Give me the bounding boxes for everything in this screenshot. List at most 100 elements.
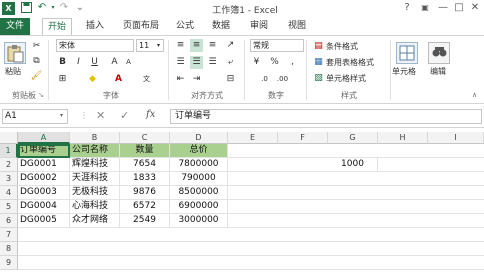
- table-cell[interactable]: 7800000: [170, 158, 228, 172]
- cell-styles-icon[interactable]: ▧: [312, 72, 325, 85]
- align-center-icon[interactable]: ☰: [190, 56, 203, 69]
- row-header[interactable]: 1: [0, 144, 18, 158]
- find-icon[interactable]: [428, 42, 450, 64]
- table-cell[interactable]: 1833: [120, 172, 170, 186]
- column-header-i[interactable]: I: [428, 132, 484, 144]
- font-shrink-icon[interactable]: A: [122, 56, 135, 69]
- ribbon-display-icon[interactable]: ▣: [418, 1, 432, 15]
- column-header-e[interactable]: E: [228, 132, 278, 144]
- font-grow-icon[interactable]: A: [108, 56, 121, 69]
- paste-label[interactable]: 粘贴: [5, 66, 21, 78]
- table-cell[interactable]: 8500000: [170, 186, 228, 200]
- table-cell[interactable]: DG0002: [18, 172, 70, 186]
- close-icon[interactable]: ✕: [468, 1, 482, 15]
- wrap-text-icon[interactable]: ⤶: [224, 56, 237, 69]
- undo-icon[interactable]: ↶: [36, 2, 48, 14]
- table-cell[interactable]: 790000: [170, 172, 228, 186]
- tab-home[interactable]: 开始: [42, 18, 72, 35]
- collapse-ribbon-icon[interactable]: ∧: [472, 91, 477, 99]
- confirm-entry-icon[interactable]: ✓: [120, 109, 129, 122]
- table-cell[interactable]: 6572: [120, 200, 170, 214]
- worksheet-grid[interactable]: A B C D E F G H I 1 2 3 4 5 6 7 8 9 订单编号…: [0, 132, 484, 274]
- tab-page-layout[interactable]: 页面布局: [118, 18, 164, 35]
- table-cell[interactable]: 7654: [120, 158, 170, 172]
- currency-icon[interactable]: ¥: [250, 56, 263, 69]
- font-color-icon[interactable]: A: [112, 73, 125, 86]
- row-header[interactable]: 2: [0, 158, 18, 172]
- align-top-icon[interactable]: ≡: [174, 39, 187, 52]
- table-format-icon[interactable]: ▦: [312, 56, 325, 69]
- row-header[interactable]: 8: [0, 242, 18, 256]
- table-cell[interactable]: DG0001: [18, 158, 70, 172]
- cancel-entry-icon[interactable]: ✕: [96, 109, 105, 122]
- table-cell[interactable]: 辉煌科技: [70, 158, 120, 172]
- tab-data[interactable]: 数据: [208, 18, 234, 35]
- cells-icon[interactable]: [396, 42, 418, 64]
- editing-button[interactable]: 编辑: [430, 66, 446, 78]
- font-size-dropdown-icon[interactable]: ▾: [152, 39, 165, 52]
- insert-function-icon[interactable]: fx: [146, 109, 155, 120]
- italic-icon[interactable]: I: [72, 56, 85, 69]
- format-painter-icon[interactable]: 🖌: [30, 70, 43, 83]
- fill-color-icon[interactable]: ◆: [86, 73, 99, 86]
- help-icon[interactable]: ?: [400, 1, 414, 15]
- formula-input[interactable]: 订单编号: [170, 109, 482, 124]
- copy-icon[interactable]: ⧉: [30, 55, 43, 68]
- increase-decimal-icon[interactable]: .0: [258, 73, 271, 86]
- border-icon[interactable]: ⊞: [56, 73, 69, 86]
- empty-cells[interactable]: [228, 144, 484, 228]
- conditional-format-button[interactable]: 条件格式: [326, 41, 358, 53]
- table-cell[interactable]: 心海科技: [70, 200, 120, 214]
- orientation-icon[interactable]: ↗: [224, 39, 237, 52]
- column-header-d[interactable]: D: [170, 132, 228, 144]
- conditional-format-icon[interactable]: ▤: [312, 40, 325, 53]
- column-header-b[interactable]: B: [70, 132, 120, 144]
- cut-icon[interactable]: ✂: [30, 40, 43, 53]
- minimize-icon[interactable]: —: [436, 1, 450, 15]
- row-header[interactable]: 4: [0, 186, 18, 200]
- underline-icon[interactable]: U: [88, 56, 101, 69]
- table-header-cell[interactable]: 总价: [170, 144, 228, 158]
- bold-icon[interactable]: B: [56, 56, 69, 69]
- cell-styles-button[interactable]: 单元格样式: [326, 73, 366, 85]
- align-right-icon[interactable]: ☰: [206, 56, 219, 69]
- customize-quick-access-icon[interactable]: ⌄: [74, 2, 86, 14]
- table-cell[interactable]: DG0005: [18, 214, 70, 228]
- table-cell[interactable]: 2549: [120, 214, 170, 228]
- column-header-a[interactable]: A: [18, 132, 70, 144]
- percent-icon[interactable]: %: [268, 56, 281, 69]
- font-name-combo[interactable]: 宋体: [56, 39, 134, 52]
- table-cell[interactable]: DG0004: [18, 200, 70, 214]
- column-header-g[interactable]: G: [328, 132, 378, 144]
- clipboard-launcher-icon[interactable]: ↘: [38, 91, 44, 99]
- paste-icon[interactable]: [4, 42, 26, 64]
- name-box-dropdown-icon[interactable]: ▾: [60, 112, 63, 119]
- table-cell[interactable]: 9876: [120, 186, 170, 200]
- table-cell[interactable]: DG0003: [18, 186, 70, 200]
- tab-review[interactable]: 审阅: [246, 18, 272, 35]
- formula-bar-grip-icon[interactable]: ⋮: [80, 111, 88, 120]
- column-header-f[interactable]: F: [278, 132, 328, 144]
- empty-rows[interactable]: [18, 228, 484, 274]
- table-header-cell[interactable]: 订单编号: [18, 144, 70, 158]
- align-left-icon[interactable]: ☰: [174, 56, 187, 69]
- table-cell[interactable]: 无极科技: [70, 186, 120, 200]
- comma-icon[interactable]: ,: [286, 56, 299, 69]
- table-cell[interactable]: 6900000: [170, 200, 228, 214]
- undo-dropdown-icon[interactable]: ▾: [50, 2, 56, 14]
- save-icon[interactable]: [20, 2, 32, 14]
- cells-button[interactable]: 单元格: [392, 66, 416, 78]
- decrease-decimal-icon[interactable]: .00: [276, 73, 289, 86]
- table-cell[interactable]: 众才网络: [70, 214, 120, 228]
- row-header[interactable]: 3: [0, 172, 18, 186]
- increase-indent-icon[interactable]: ⇥: [190, 73, 203, 86]
- name-box[interactable]: A1: [2, 109, 68, 124]
- row-header[interactable]: 5: [0, 200, 18, 214]
- row-header[interactable]: 6: [0, 214, 18, 228]
- decrease-indent-icon[interactable]: ⇤: [174, 73, 187, 86]
- merge-center-icon[interactable]: ⊟: [224, 73, 237, 86]
- tab-file[interactable]: 文件: [0, 18, 30, 35]
- table-cell[interactable]: 3000000: [170, 214, 228, 228]
- column-header-h[interactable]: H: [378, 132, 428, 144]
- maximize-icon[interactable]: □: [452, 1, 466, 15]
